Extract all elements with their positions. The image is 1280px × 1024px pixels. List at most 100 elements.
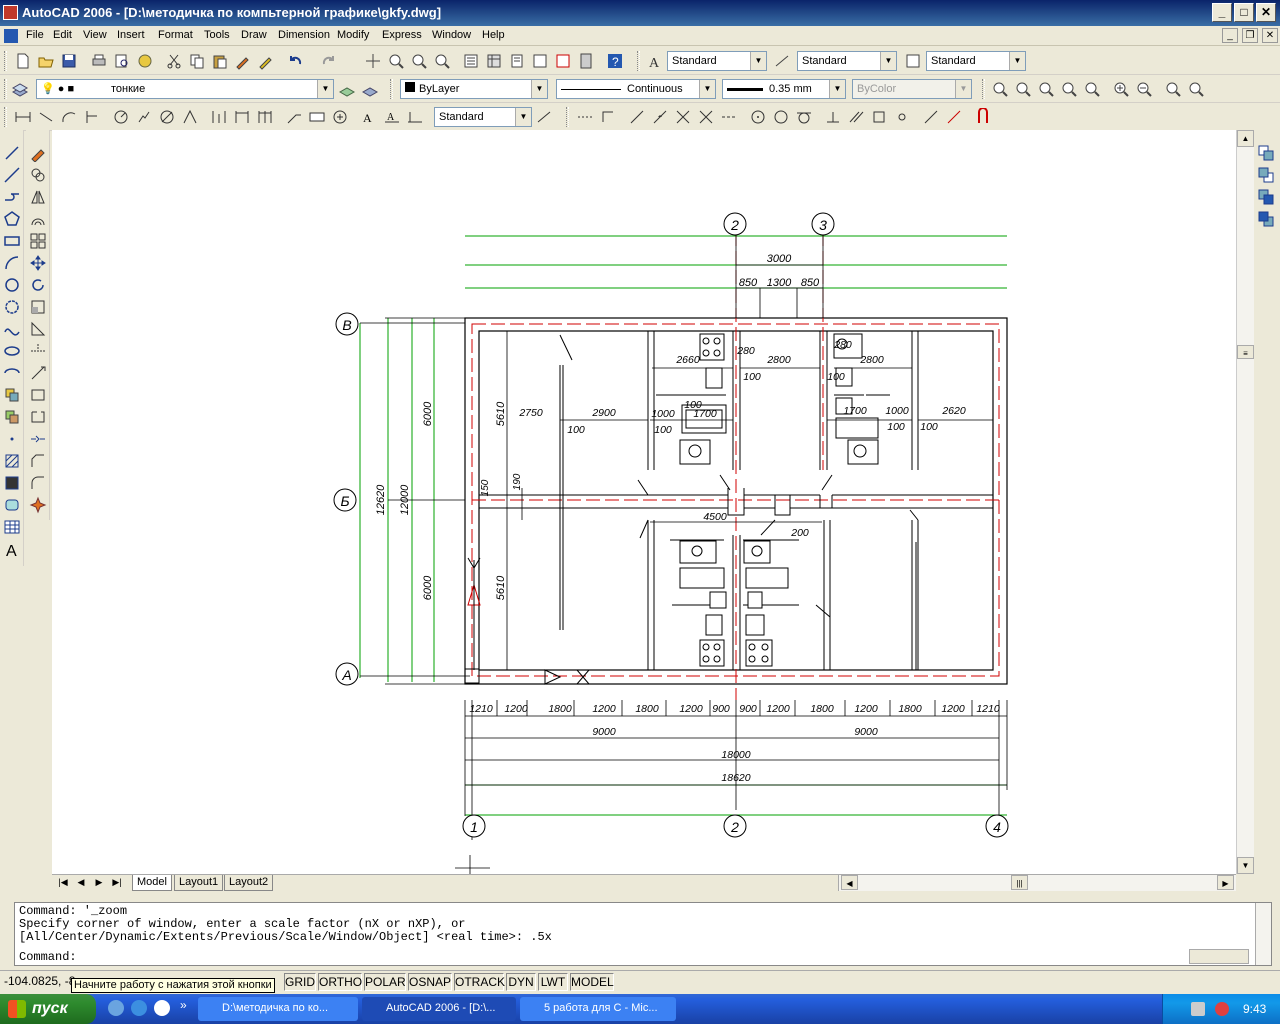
quicklaunch-media-icon[interactable] (154, 1000, 170, 1016)
center-mark-icon[interactable] (331, 108, 349, 126)
doc-minimize-button[interactable]: _ (1222, 28, 1238, 43)
snap-center-icon[interactable] (749, 108, 767, 126)
zoom-center-icon[interactable] (1060, 80, 1078, 98)
save-icon[interactable] (60, 52, 78, 70)
scroll-right-button[interactable]: ▶ (1217, 875, 1234, 890)
start-button[interactable]: пуск (0, 994, 96, 1024)
continue-dim-icon[interactable] (256, 108, 274, 126)
menu-format[interactable]: Format (158, 29, 193, 41)
snap-endpoint-icon[interactable] (628, 108, 646, 126)
pan-realtime-icon[interactable] (364, 52, 382, 70)
array-icon[interactable] (29, 232, 47, 250)
print-preview-icon[interactable] (113, 52, 131, 70)
aligned-dim-icon[interactable] (37, 108, 55, 126)
linear-dim-icon[interactable] (14, 108, 32, 126)
doc-close-button[interactable]: ✕ (1262, 28, 1278, 43)
calculator-icon[interactable] (577, 52, 595, 70)
markup-icon[interactable] (554, 52, 572, 70)
match-properties-icon[interactable] (234, 52, 252, 70)
offset-icon[interactable] (29, 210, 47, 228)
quicklaunch-search-icon[interactable] (108, 1000, 124, 1016)
dim-edit-icon[interactable]: A (360, 108, 378, 126)
toolbar-grip[interactable] (4, 79, 7, 99)
insert-block-icon[interactable] (3, 386, 21, 404)
layer-previous-icon[interactable] (361, 80, 379, 98)
scroll-down-button[interactable]: ▼ (1237, 857, 1254, 874)
document-icon[interactable] (4, 29, 18, 43)
security-icon[interactable] (1215, 1002, 1229, 1016)
arc-icon[interactable] (3, 254, 21, 272)
zoom-dynamic-icon[interactable] (1014, 80, 1032, 98)
revision-cloud-icon[interactable] (3, 298, 21, 316)
diameter-dim-icon[interactable] (158, 108, 176, 126)
angular-dim-icon[interactable] (181, 108, 199, 126)
command-window[interactable]: Command: '_zoom Specify corner of window… (14, 902, 1272, 966)
scroll-thumb[interactable]: ≡ (1237, 345, 1254, 359)
layer-select[interactable]: 💡 ● ■ тонкие ▼ (36, 79, 334, 99)
construction-line-icon[interactable] (3, 166, 21, 184)
text-style-icon[interactable]: A (646, 52, 664, 71)
quick-leader-icon[interactable] (285, 108, 303, 126)
vertical-scrollbar[interactable]: ▲ ≡ ▼ (1236, 130, 1254, 874)
tab-model[interactable]: Model (132, 875, 172, 891)
prev-tab-button[interactable]: ◀ (74, 876, 88, 890)
autocad-app-icon[interactable] (3, 5, 18, 20)
horizontal-scrollbar[interactable]: ◀ ||| ▶ (838, 875, 1236, 891)
toolbar-grip[interactable] (390, 79, 393, 99)
block-editor-icon[interactable] (257, 52, 275, 70)
osnap-toggle[interactable]: OSNAP (408, 973, 452, 991)
snap-none-icon[interactable] (945, 108, 963, 126)
table-icon[interactable] (3, 518, 21, 536)
circle-icon[interactable] (3, 276, 21, 294)
grid-toggle[interactable]: GRID (284, 973, 316, 991)
explode-icon[interactable] (29, 496, 47, 514)
lineweight-select[interactable]: 0.35 mm ▼ (722, 79, 846, 99)
toolbar-grip[interactable] (4, 107, 7, 127)
dim-style-select-2[interactable]: Standard ▼ (434, 107, 532, 127)
menu-modify[interactable]: Modify (337, 29, 369, 41)
polyline-icon[interactable] (3, 188, 21, 206)
properties-icon[interactable] (462, 52, 480, 70)
make-current-layer-icon[interactable] (338, 80, 356, 98)
menu-help[interactable]: Help (482, 29, 505, 41)
menu-draw[interactable]: Draw (241, 29, 267, 41)
zoom-object-icon[interactable] (1083, 80, 1101, 98)
lwt-toggle[interactable]: LWT (538, 973, 568, 991)
zoom-all-icon[interactable] (1164, 80, 1182, 98)
bring-above-icon[interactable] (1257, 188, 1275, 206)
tolerance-icon[interactable] (308, 108, 326, 126)
point-icon[interactable] (3, 430, 21, 448)
multiline-text-icon[interactable]: A (3, 540, 21, 560)
tab-layout2[interactable]: Layout2 (224, 875, 274, 891)
command-vscroll[interactable] (1255, 903, 1271, 965)
snap-nearest-icon[interactable] (922, 108, 940, 126)
sheet-set-icon[interactable] (531, 52, 549, 70)
publish-icon[interactable] (136, 52, 154, 70)
toolbar-grip[interactable] (4, 51, 7, 71)
zoom-scale-icon[interactable] (1037, 80, 1055, 98)
snap-intersection-icon[interactable] (674, 108, 692, 126)
mirror-icon[interactable] (29, 188, 47, 206)
polar-toggle[interactable]: POLAR (364, 973, 406, 991)
snap-parallel-icon[interactable] (847, 108, 865, 126)
scroll-left-button[interactable]: ◀ (841, 875, 858, 890)
doc-restore-button[interactable]: ❐ (1242, 28, 1258, 43)
break-icon[interactable] (29, 408, 47, 426)
next-tab-button[interactable]: ▶ (92, 876, 106, 890)
help-icon[interactable]: ? (606, 52, 624, 70)
otrack-toggle[interactable]: OTRACK (454, 973, 505, 991)
move-icon[interactable] (29, 254, 47, 272)
fillet-icon[interactable] (29, 474, 47, 492)
dim-update-icon[interactable] (406, 108, 424, 126)
zoom-out-icon[interactable] (1135, 80, 1153, 98)
stretch-icon[interactable] (29, 320, 47, 338)
dim-style-select[interactable]: Standard ▼ (797, 51, 897, 71)
zoom-window-icon[interactable] (410, 52, 428, 70)
menu-view[interactable]: View (83, 29, 107, 41)
ordinate-dim-icon[interactable] (83, 108, 101, 126)
table-style-icon[interactable] (904, 52, 922, 70)
snap-quadrant-icon[interactable] (772, 108, 790, 126)
snap-perpendicular-icon[interactable] (824, 108, 842, 126)
taskbar-autocad-button[interactable]: AutoCAD 2006 - [D:\... (362, 997, 516, 1021)
gradient-icon[interactable] (3, 474, 21, 492)
